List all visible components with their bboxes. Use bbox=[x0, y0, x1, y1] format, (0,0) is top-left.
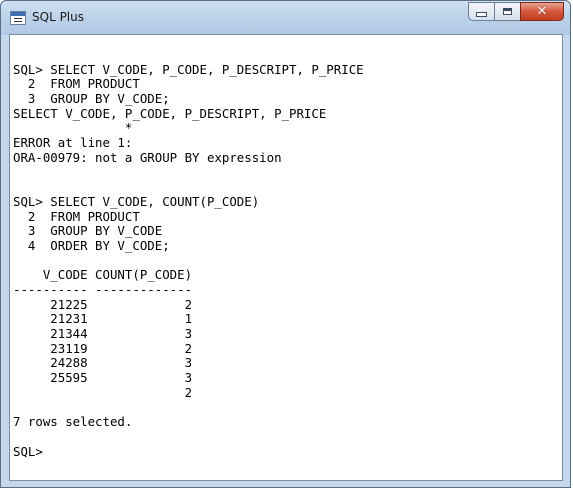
console-line: 25595 3 bbox=[13, 370, 193, 386]
console-line: 2 FROM PRODUCT bbox=[13, 76, 140, 92]
maximize-button[interactable] bbox=[494, 2, 520, 21]
console-output-area[interactable]: SQL> SELECT V_CODE, P_CODE, P_DESCRIPT, … bbox=[9, 34, 563, 481]
console-line: 21344 3 bbox=[13, 326, 193, 342]
console-line: ERROR at line 1: bbox=[13, 135, 133, 151]
console-line: * bbox=[13, 120, 133, 136]
console-line: 21225 2 bbox=[13, 296, 193, 312]
console-prompt[interactable]: SQL> bbox=[13, 444, 364, 460]
console-line: ORA-00979: not a GROUP BY expression bbox=[13, 149, 282, 165]
maximize-icon bbox=[503, 8, 512, 15]
console-line: 2 bbox=[13, 384, 193, 400]
sqlplus-window: SQL Plus ✕ SQL> SELECT V_CODE, P_CODE, P… bbox=[0, 0, 571, 488]
console-line: SQL> SELECT V_CODE, COUNT(P_CODE) bbox=[13, 193, 260, 209]
title-bar[interactable]: SQL Plus ✕ bbox=[1, 1, 570, 35]
console-line: 4 ORDER BY V_CODE; bbox=[13, 237, 170, 253]
minimize-icon bbox=[476, 12, 487, 17]
window-controls: ✕ bbox=[468, 2, 564, 22]
close-button[interactable]: ✕ bbox=[520, 2, 564, 21]
console-line: V_CODE COUNT(P_CODE) bbox=[13, 267, 193, 283]
console-line: ---------- ------------- bbox=[13, 282, 193, 297]
console-line: 7 rows selected. bbox=[13, 414, 133, 430]
window-title: SQL Plus bbox=[32, 10, 84, 24]
minimize-button[interactable] bbox=[468, 2, 494, 21]
console-line: SELECT V_CODE, P_CODE, P_DESCRIPT, P_PRI… bbox=[13, 105, 327, 121]
console-line: 2 FROM PRODUCT bbox=[13, 208, 140, 224]
console-line: 3 GROUP BY V_CODE bbox=[13, 223, 163, 239]
close-icon: ✕ bbox=[536, 4, 548, 19]
console-app-icon bbox=[10, 11, 26, 25]
console-lines: SQL> SELECT V_CODE, P_CODE, P_DESCRIPT, … bbox=[13, 48, 364, 459]
console-line: 24288 3 bbox=[13, 355, 193, 371]
console-line: SQL> SELECT V_CODE, P_CODE, P_DESCRIPT, … bbox=[13, 61, 364, 77]
console-line: 23119 2 bbox=[13, 340, 193, 356]
console-line: 3 GROUP BY V_CODE; bbox=[13, 91, 170, 107]
console-line: 21231 1 bbox=[13, 311, 193, 327]
